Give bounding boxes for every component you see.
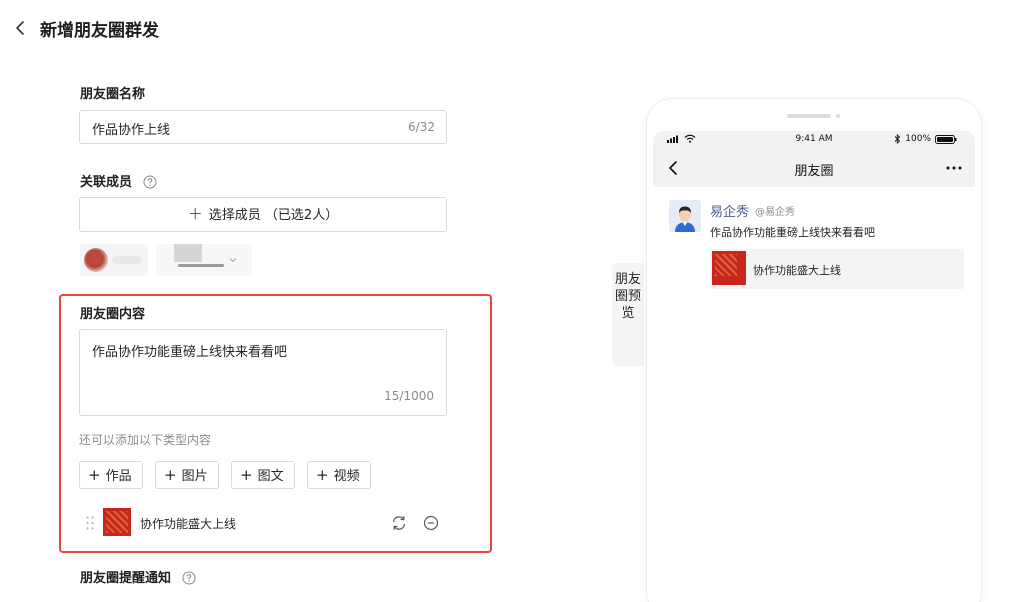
phone-camera — [836, 114, 840, 118]
selected-members — [80, 244, 252, 276]
poster-handle: @易企秀 — [755, 207, 795, 218]
remove-icon[interactable] — [422, 514, 440, 532]
person-avatar-icon — [669, 200, 701, 232]
member-chip[interactable] — [80, 244, 148, 276]
name-input-value: 作品协作上线 — [92, 123, 171, 138]
name-input[interactable]: 作品协作上线 6/32 — [79, 110, 447, 144]
select-members-button[interactable]: ＋ 选择成员 （已选2人） — [79, 197, 447, 232]
add-video-button[interactable]: + 视频 — [307, 461, 371, 489]
poster-avatar[interactable] — [669, 200, 701, 232]
members-label: 关联成员 — [80, 175, 133, 190]
battery-percent: 100% — [905, 134, 931, 144]
add-content-hint: 还可以添加以下类型内容 — [79, 433, 212, 447]
chevron-down-icon[interactable] — [228, 255, 238, 265]
phone-speaker — [787, 114, 831, 118]
attachment-item: 协作功能盛大上线 — [83, 507, 443, 539]
phone-navbar: 朋友圈 — [653, 149, 975, 187]
add-video-label: 视频 — [333, 469, 360, 484]
add-image-button[interactable]: + 图片 — [155, 461, 219, 489]
add-article-label: 图文 — [257, 469, 284, 484]
preview-tab-label: 朋友圈预览 — [614, 272, 641, 321]
plus-icon: ＋ — [187, 205, 203, 223]
phone-screen: 9:41 AM 100% 朋友圈 易企秀 @易企秀 作品协作功能重磅上线快来看看… — [653, 131, 975, 602]
moments-title: 朋友圈 — [794, 164, 834, 179]
member-name-blurred — [178, 264, 224, 267]
attachment-title: 协作功能盛大上线 — [140, 517, 237, 531]
name-char-count: 6/32 — [408, 120, 435, 134]
add-works-button[interactable]: + 作品 — [79, 461, 143, 489]
add-works-label: 作品 — [105, 469, 132, 484]
plus-icon: + — [164, 466, 177, 484]
battery-icon — [935, 135, 957, 144]
moments-feed: 易企秀 @易企秀 作品协作功能重磅上线快来看看吧 协作功能盛大上线 — [653, 187, 975, 602]
member-name-blurred — [112, 256, 142, 264]
back-arrow-icon[interactable] — [12, 17, 30, 39]
plus-icon: + — [88, 466, 101, 484]
poster-name[interactable]: 易企秀 — [710, 201, 749, 220]
add-image-label: 图片 — [181, 469, 208, 484]
content-char-count: 15/1000 — [384, 389, 434, 403]
notify-label: 朋友圈提醒通知 — [80, 571, 172, 586]
card-thumbnail — [712, 251, 746, 285]
post-text: 作品协作功能重磅上线快来看看吧 — [710, 226, 875, 239]
content-textarea[interactable]: 作品协作功能重磅上线快来看看吧 15/1000 — [79, 329, 447, 416]
page-header: 新增朋友圈群发 — [0, 0, 1030, 56]
add-article-button[interactable]: + 图文 — [231, 461, 295, 489]
members-label-row: 关联成员 — [80, 171, 157, 190]
select-members-label: 选择成员 （已选2人） — [208, 208, 339, 223]
preview-tab[interactable]: 朋友圈预览 — [612, 263, 644, 366]
member-avatar — [174, 244, 202, 262]
help-icon[interactable] — [143, 175, 157, 189]
post-link-card[interactable]: 协作功能盛大上线 — [710, 249, 964, 289]
content-label: 朋友圈内容 — [80, 307, 146, 322]
phone-preview: 9:41 AM 100% 朋友圈 易企秀 @易企秀 作品协作功能重磅上线快来看看… — [646, 98, 982, 602]
more-dots-icon[interactable] — [945, 161, 963, 175]
notify-label-row: 朋友圈提醒通知 — [80, 567, 196, 586]
status-bar: 9:41 AM 100% — [653, 131, 975, 149]
name-label: 朋友圈名称 — [80, 87, 146, 102]
drag-handle-icon[interactable] — [85, 515, 95, 531]
content-textarea-value: 作品协作功能重磅上线快来看看吧 — [92, 345, 288, 360]
replace-icon[interactable] — [390, 514, 408, 532]
member-chip[interactable] — [156, 244, 252, 276]
plus-icon: + — [316, 466, 329, 484]
page-title: 新增朋友圈群发 — [40, 21, 159, 41]
attachment-thumbnail — [103, 508, 131, 536]
member-avatar — [84, 248, 108, 272]
card-title: 协作功能盛大上线 — [753, 264, 841, 277]
plus-icon: + — [240, 466, 253, 484]
help-icon[interactable] — [182, 571, 196, 585]
bluetooth-icon — [894, 134, 901, 144]
